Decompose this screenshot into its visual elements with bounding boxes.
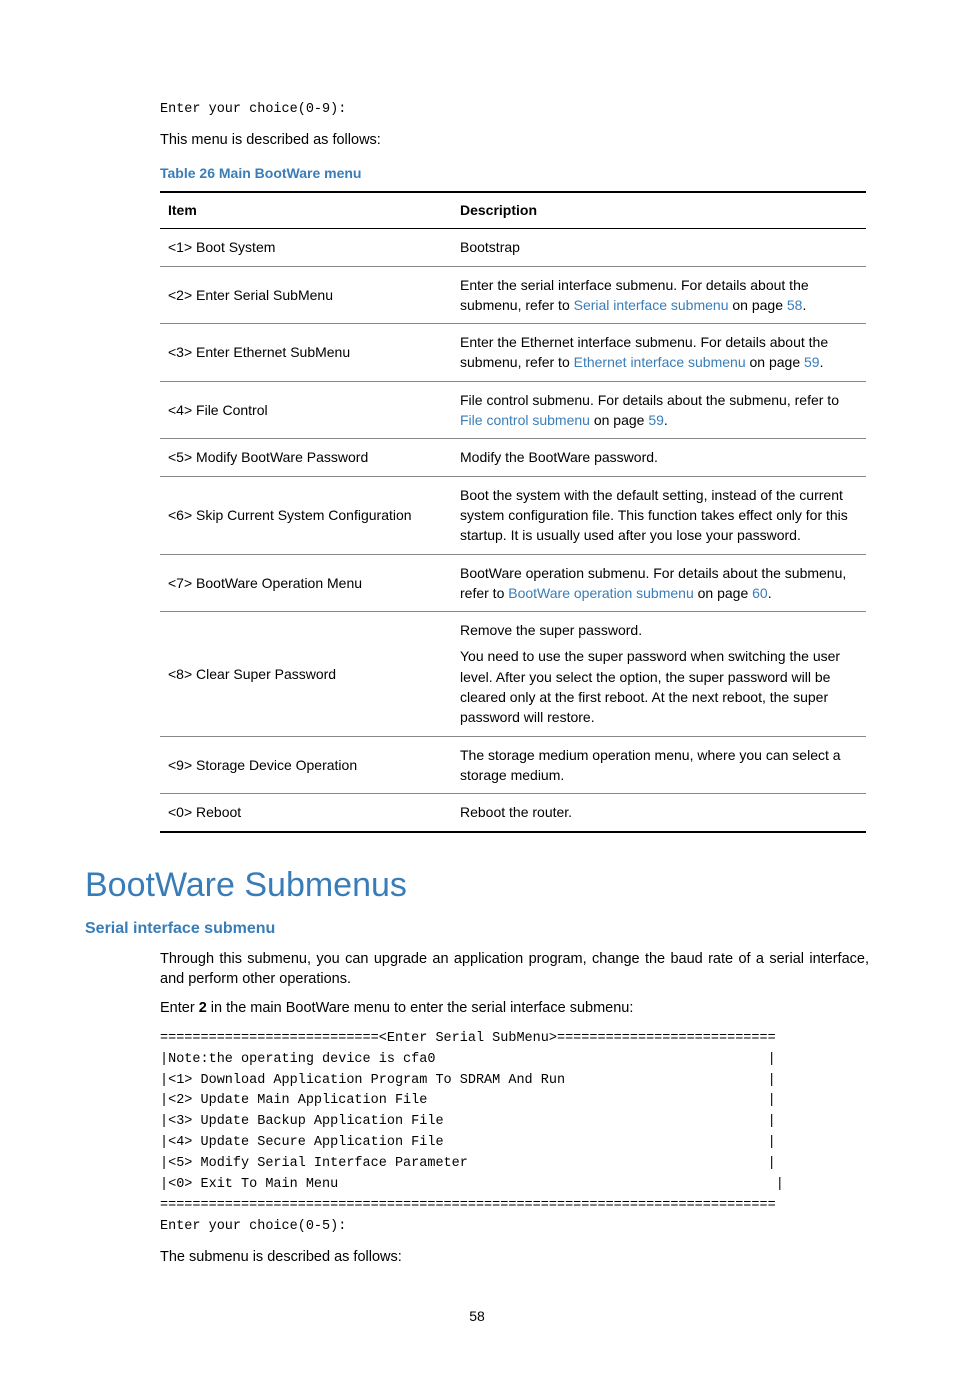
desc-cell: Modify the BootWare password. (452, 439, 866, 476)
table-caption: Table 26 Main BootWare menu (160, 164, 869, 183)
page-link[interactable]: 59 (804, 354, 820, 370)
desc-cell: BootWare operation submenu. For details … (452, 554, 866, 612)
item-cell: <1> Boot System (160, 229, 452, 266)
page-link[interactable]: 59 (648, 412, 664, 428)
closing-paragraph: The submenu is described as follows: (160, 1248, 869, 1268)
table-row: <0> Reboot Reboot the router. (160, 794, 866, 832)
col-header-item: Item (160, 192, 452, 228)
sub-paragraph: Through this submenu, you can upgrade an… (160, 950, 869, 989)
page-number: 58 (85, 1307, 869, 1326)
table-row: <3> Enter Ethernet SubMenu Enter the Eth… (160, 324, 866, 382)
item-cell: <6> Skip Current System Configuration (160, 476, 452, 554)
link-file-control-submenu[interactable]: File control submenu (460, 412, 590, 428)
table-row: <2> Enter Serial SubMenu Enter the seria… (160, 266, 866, 324)
table-row: <9> Storage Device Operation The storage… (160, 736, 866, 794)
table-row: <6> Skip Current System Configuration Bo… (160, 476, 866, 554)
serial-submenu-block: ===========================<Enter Serial… (160, 1029, 869, 1238)
desc-cell: Reboot the router. (452, 794, 866, 832)
bootware-menu-table: Item Description <1> Boot System Bootstr… (160, 191, 866, 832)
link-ethernet-submenu[interactable]: Ethernet interface submenu (574, 354, 746, 370)
item-cell: <4> File Control (160, 381, 452, 439)
desc-cell: Bootstrap (452, 229, 866, 266)
link-bootware-op-submenu[interactable]: BootWare operation submenu (508, 585, 693, 601)
desc-cell: Enter the serial interface submenu. For … (452, 266, 866, 324)
item-cell: <9> Storage Device Operation (160, 736, 452, 794)
desc-cell: File control submenu. For details about … (452, 381, 866, 439)
table-row: <4> File Control File control submenu. F… (160, 381, 866, 439)
desc-cell: The storage medium operation menu, where… (452, 736, 866, 794)
item-cell: <7> BootWare Operation Menu (160, 554, 452, 612)
table-row: <8> Clear Super Password Remove the supe… (160, 612, 866, 736)
item-cell: <8> Clear Super Password (160, 612, 452, 736)
subheading-serial-interface: Serial interface submenu (85, 918, 869, 940)
item-cell: <2> Enter Serial SubMenu (160, 266, 452, 324)
page-link[interactable]: 58 (787, 297, 803, 313)
section-heading-bootware-submenus: BootWare Submenus (85, 863, 869, 909)
item-cell: <5> Modify BootWare Password (160, 439, 452, 476)
col-header-desc: Description (452, 192, 866, 228)
table-row: <1> Boot System Bootstrap (160, 229, 866, 266)
table-row: <5> Modify BootWare Password Modify the … (160, 439, 866, 476)
item-cell: <0> Reboot (160, 794, 452, 832)
table-row: <7> BootWare Operation Menu BootWare ope… (160, 554, 866, 612)
item-cell: <3> Enter Ethernet SubMenu (160, 324, 452, 382)
desc-cell: Enter the Ethernet interface submenu. Fo… (452, 324, 866, 382)
link-serial-submenu[interactable]: Serial interface submenu (574, 297, 729, 313)
prompt-top: Enter your choice(0-9): (160, 100, 869, 121)
intro-paragraph: This menu is described as follows: (160, 131, 869, 151)
desc-cell: Remove the super password. You need to u… (452, 612, 866, 736)
page-link[interactable]: 60 (752, 585, 768, 601)
desc-cell: Boot the system with the default setting… (452, 476, 866, 554)
enter-instruction: Enter 2 in the main BootWare menu to ent… (160, 999, 869, 1019)
